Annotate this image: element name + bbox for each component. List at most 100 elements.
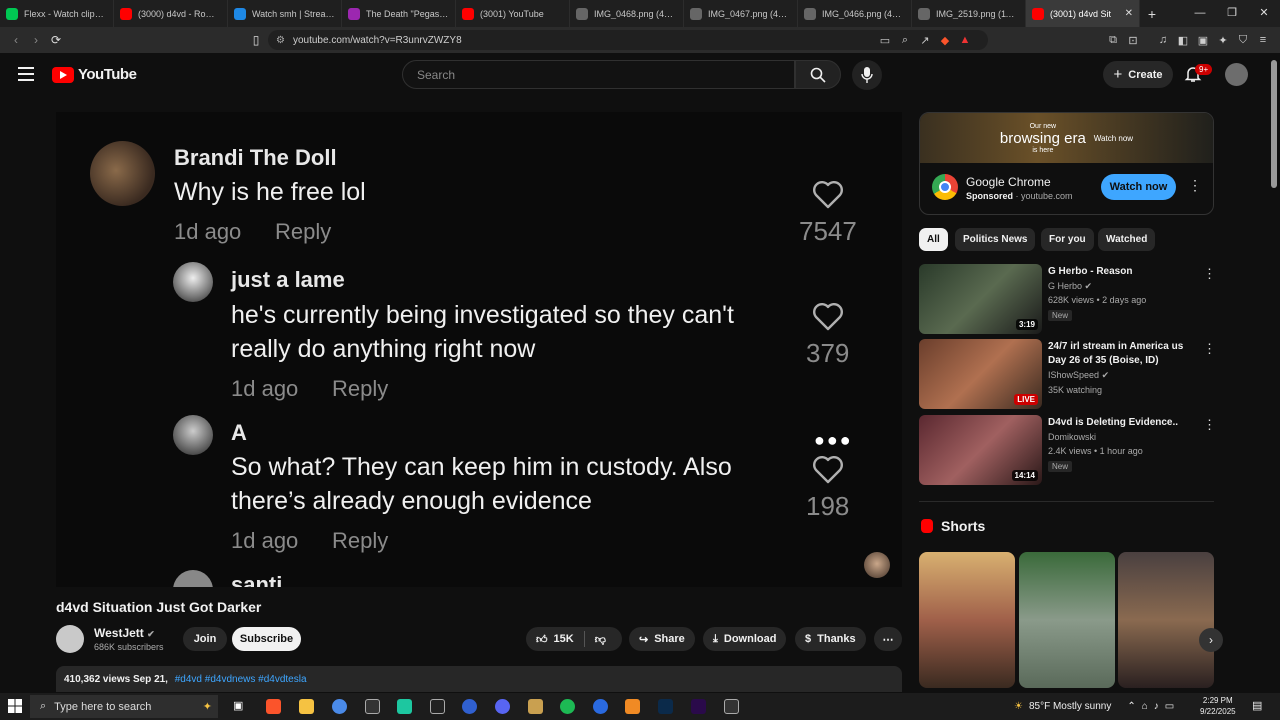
app-icon[interactable] [528,699,543,714]
voice-search-button[interactable] [852,60,882,90]
short-thumbnail[interactable] [1019,552,1115,688]
browser-tab[interactable]: IMG_2519.png (1170× [912,0,1026,27]
browser-tab[interactable]: IMG_0467.png (4000× [684,0,798,27]
rec-title[interactable]: G Herbo - Reason [1048,265,1198,279]
app-icon[interactable] [462,699,477,714]
description-box[interactable]: 410,362 views Sep 21, #d4vd #d4vdnews #d… [56,666,902,692]
video-thumbnail[interactable]: 3:19 [919,264,1042,334]
recommended-video[interactable]: 3:19 G Herbo - Reason G Herbo ✔ 628K vie… [919,264,1216,334]
app-icon[interactable] [593,699,608,714]
system-clock[interactable]: 2:29 PM 9/22/2025 [1200,695,1236,717]
hamburger-menu-icon[interactable] [18,67,34,81]
screenshot-icon[interactable]: ⊡ [1126,33,1140,47]
chrome-icon[interactable] [332,699,347,714]
browser-tab[interactable]: Watch smh | Streamab [228,0,342,27]
browser-tab[interactable]: IMG_0466.png (4000× [798,0,912,27]
chip-all[interactable]: All [919,228,948,251]
like-button[interactable]: 👍︎ 15K [536,633,574,646]
battery-icon[interactable]: ▭ [1165,701,1174,712]
forward-icon[interactable]: › [26,33,46,47]
brave-browser-icon[interactable] [266,699,281,714]
reload-icon[interactable]: ⟳ [46,33,66,47]
premiere-icon[interactable] [691,699,706,714]
ai-icon[interactable]: ✦ [1216,33,1230,47]
file-explorer-icon[interactable] [299,699,314,714]
music-icon[interactable]: ♫ [1156,33,1170,47]
network-icon[interactable]: ⌂ [1142,701,1148,712]
hashtags[interactable]: #d4vd #d4vdnews #d4vdtesla [175,674,307,685]
create-button[interactable]: + Create [1103,61,1173,88]
share-icon[interactable]: ↗ [918,33,932,47]
youtube-logo[interactable]: YouTube [52,66,137,83]
search-button[interactable] [795,60,841,89]
browser-tab[interactable]: (3000) d4vd - Romantic [114,0,228,27]
task-view-icon[interactable]: ▣ [233,699,248,714]
chevron-right-icon[interactable]: › [1199,628,1223,652]
wallet-icon[interactable]: ▣ [1196,33,1210,47]
video-thumbnail[interactable]: LIVE [919,339,1042,409]
ad-banner[interactable]: Our new browsing era is here Watch now [920,113,1213,163]
close-tab-icon[interactable]: ✕ [1125,8,1133,19]
join-button[interactable]: Join [183,627,227,651]
vlc-icon[interactable] [625,699,640,714]
taskbar-search[interactable]: ⌕ Type here to search ✦ [30,695,218,718]
video-thumbnail[interactable]: 14:14 [919,415,1042,485]
account-avatar[interactable] [1225,63,1248,86]
recommended-video[interactable]: 14:14 D4vd is Deleting Evidence.. Domiko… [919,415,1216,485]
short-thumbnail[interactable] [919,552,1015,688]
new-tab-button[interactable]: + [1140,6,1164,22]
browser-tab[interactable]: IMG_0468.png (4000× [570,0,684,27]
download-button[interactable]: ⤓ Download [703,627,787,651]
more-vertical-icon[interactable]: ⋮ [1188,177,1202,194]
spotify-icon[interactable] [560,699,575,714]
menu-icon[interactable]: ≡ [1256,33,1270,47]
vpn-icon[interactable]: ⛉ [1236,33,1250,47]
chevron-up-icon[interactable]: ⌃ [1127,701,1135,712]
page-scrollbar[interactable] [1271,60,1277,188]
sponsored-ad-card[interactable]: Our new browsing era is here Watch now G… [919,112,1214,215]
more-actions-button[interactable]: ⋯ [874,627,902,651]
channel-avatar[interactable] [56,625,84,653]
more-vertical-icon[interactable]: ⋮ [1203,341,1216,357]
short-thumbnail[interactable] [1118,552,1214,688]
zoom-icon[interactable]: ⌕ [898,33,912,47]
browser-tab[interactable]: The Death "Pegassi Ri [342,0,456,27]
subscribe-button[interactable]: Subscribe [232,627,301,651]
app-icon[interactable] [365,699,380,714]
app-icon[interactable] [397,699,412,714]
browser-tab-active[interactable]: (3001) d4vd Sit ✕ [1026,0,1140,27]
app-icon[interactable] [724,699,739,714]
rec-title[interactable]: 24/7 irl stream in America us Day 26 of … [1048,340,1198,368]
discord-icon[interactable] [495,699,510,714]
rewards-icon[interactable]: ▲ [958,33,972,47]
share-button[interactable]: ↪ Share [629,627,695,651]
browser-tab[interactable]: (3001) YouTube [456,0,570,27]
video-player[interactable]: Brandi The Doll Why is he free lol 1d ag… [56,112,902,587]
rec-channel[interactable]: Domikowski [1048,432,1096,442]
rec-title[interactable]: D4vd is Deleting Evidence.. [1048,416,1198,430]
site-settings-icon[interactable]: ⚙ [276,35,285,46]
capcut-icon[interactable] [430,699,445,714]
rec-channel[interactable]: G Herbo ✔ [1048,281,1092,292]
shield-icon[interactable]: ◆ [938,33,952,47]
more-vertical-icon[interactable]: ⋮ [1203,417,1216,433]
volume-icon[interactable]: ♪ [1154,701,1159,712]
thanks-button[interactable]: $ Thanks [795,627,866,651]
notification-center-icon[interactable]: ▤ [1252,699,1262,712]
bookmark-icon[interactable]: ▯ [246,33,266,47]
chip-politics-news[interactable]: Politics News [955,228,1036,251]
dislike-button[interactable]: 👎︎ [595,633,606,646]
watch-now-button[interactable]: Watch now [1101,174,1176,200]
browser-tab[interactable]: Flexx - Watch clips on [0,0,114,27]
extensions-icon[interactable]: ⧉ [1106,33,1120,47]
cast-icon[interactable]: ▭ [878,33,892,47]
minimize-icon[interactable]: — [1184,0,1216,27]
channel-name[interactable]: WestJett ✔ [94,626,155,640]
rec-channel[interactable]: IShowSpeed ✔ [1048,370,1109,381]
search-input[interactable]: Search [402,60,795,89]
back-icon[interactable]: ‹ [6,33,26,47]
windows-start-icon[interactable] [8,699,22,713]
more-vertical-icon[interactable]: ⋮ [1203,266,1216,282]
sidebar-icon[interactable]: ◧ [1176,33,1190,47]
weather-text[interactable]: 85°F Mostly sunny [1029,701,1111,712]
